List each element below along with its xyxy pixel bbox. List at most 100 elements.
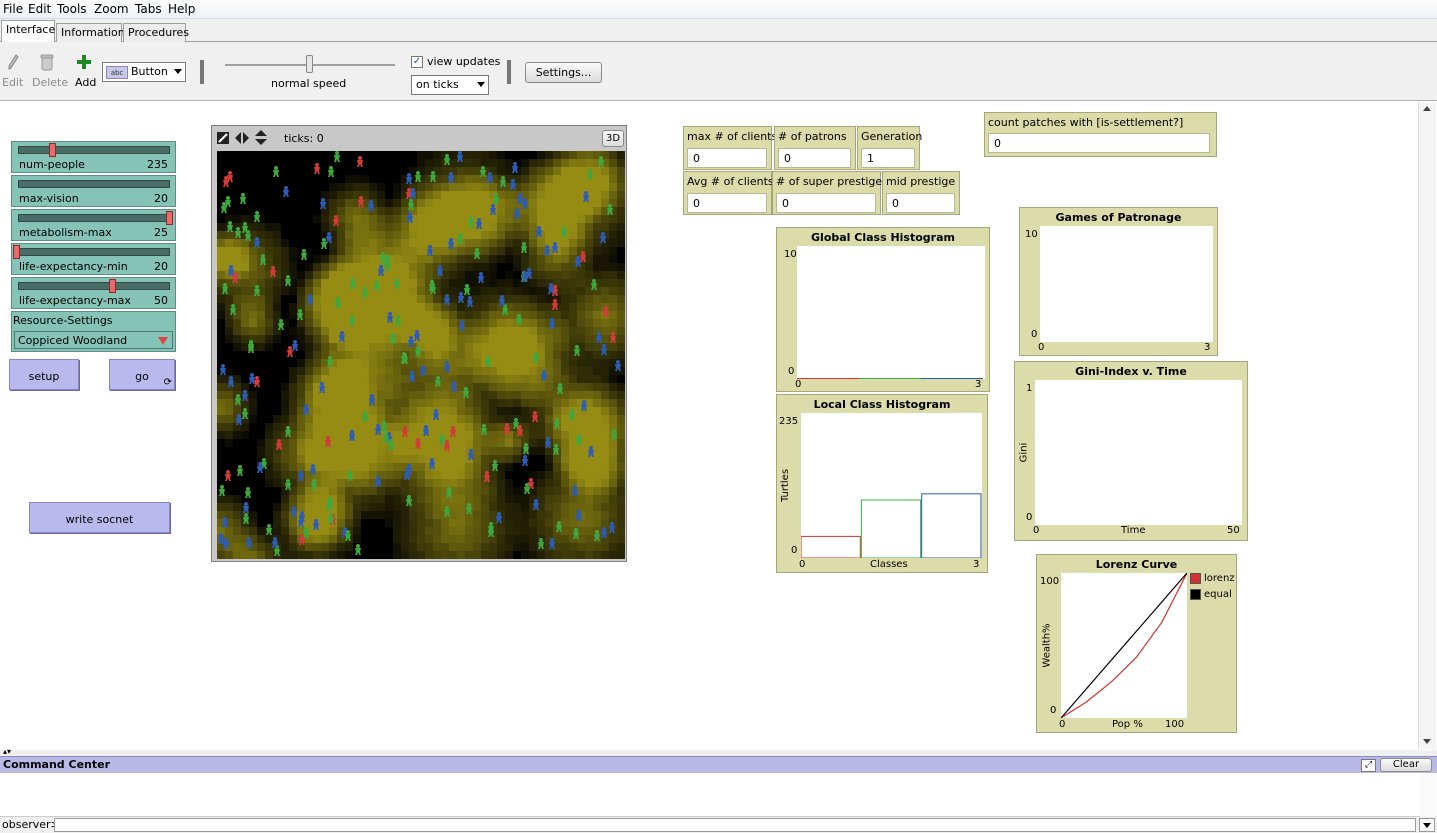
person-agent-icon [226,221,234,232]
update-mode-select[interactable]: on ticks [411,75,489,95]
person-agent-icon [259,254,267,265]
plot-title: Lorenz Curve [1095,558,1178,571]
button-widget-icon: abc [106,66,128,79]
scroll-up-icon[interactable] [1423,106,1431,111]
slider-life-expectancy-max[interactable]: life-expectancy-max 50 [11,277,176,309]
person-agent-icon [582,191,590,202]
left-right-icon[interactable] [234,131,250,148]
menu-tools[interactable]: Tools [57,2,87,16]
person-agent-icon [229,304,237,315]
menu-help[interactable]: Help [168,2,195,16]
menu-edit[interactable]: Edit [28,2,51,16]
observer-prompt[interactable]: observer> [2,818,60,831]
person-agent-icon [587,446,595,457]
person-agent-icon [552,444,560,455]
setup-button[interactable]: setup [9,359,79,390]
go-button[interactable]: go ⟳ [109,359,175,390]
world-canvas[interactable] [217,151,625,559]
person-agent-icon [535,226,543,237]
slider-thumb[interactable] [49,143,56,157]
slider-label: life-expectancy-max [19,294,131,307]
expand-icon[interactable]: ⤢ [1361,759,1376,772]
tab-information[interactable]: Information [56,23,125,42]
monitor-avg-clients: Avg # of clients 0 [683,171,774,215]
person-agent-icon [487,522,495,533]
widget-type-select[interactable]: abc Button [102,62,186,82]
speed-slider-thumb[interactable] [306,55,313,73]
agents-layer [217,151,625,559]
person-agent-icon [219,364,227,375]
person-agent-icon [346,470,354,481]
go-label: go [135,370,149,383]
slider-metabolism-max[interactable]: metabolism-max 25 [11,209,176,241]
person-agent-icon [253,376,261,387]
x-tick: 100 [1165,719,1185,730]
person-agent-icon [580,400,588,411]
person-agent-icon [224,470,232,481]
person-agent-icon [553,418,561,429]
output-scrollbar[interactable] [1420,773,1436,817]
slider-thumb[interactable] [13,245,20,259]
slider-thumb[interactable] [109,279,116,293]
person-agent-icon [449,426,457,437]
slider-life-expectancy-min[interactable]: life-expectancy-min 20 [11,243,176,275]
command-input[interactable] [54,818,1416,832]
menu-file[interactable]: File [3,2,23,16]
x-tick: 0 [1033,525,1040,536]
x-tick: 50 [1227,525,1240,536]
person-agent-icon [544,437,552,448]
scroll-down-icon[interactable] [1423,739,1431,744]
history-dropdown[interactable] [1419,818,1435,832]
histogram-bar [921,493,982,558]
slider-num-people[interactable]: num-people 235 [11,141,176,173]
slider-thumb[interactable] [166,211,173,225]
person-agent-icon [245,537,253,548]
up-down-icon[interactable] [254,129,268,149]
histogram-bar [921,378,983,379]
tab-procedures[interactable]: Procedures [123,23,189,42]
resize-view-icon[interactable] [217,132,229,144]
write-socnet-button[interactable]: write socnet [29,502,170,533]
world-view[interactable]: ticks: 0 3D [211,125,627,562]
tab-interface[interactable]: Interface [1,20,55,42]
y-axis-label: Turtles [780,468,792,503]
slider-max-vision[interactable]: max-vision 20 [11,175,176,207]
person-agent-icon [555,521,563,532]
slider-value: 20 [154,192,168,205]
add-button[interactable]: Add [75,76,96,89]
person-agent-icon [571,485,579,496]
chooser-resource-settings[interactable]: Resource-Settings Coppiced Woodland [11,311,176,352]
settings-button[interactable]: Settings... [525,62,602,83]
clear-button[interactable]: Clear [1380,758,1432,772]
person-agent-icon [532,352,540,363]
chevron-down-icon [477,82,485,87]
splitter-arrows-icon[interactable]: ▴▾ [3,747,11,756]
person-agent-icon [327,513,335,524]
person-agent-icon [551,242,559,253]
chooser-dropdown[interactable]: Coppiced Woodland [14,331,173,349]
menu-tabs[interactable]: Tabs [135,2,162,16]
3d-button[interactable]: 3D [602,130,624,147]
person-agent-icon [547,283,555,294]
plot-title: Global Class Histogram [811,231,955,244]
person-agent-icon [599,232,607,243]
person-agent-icon [516,193,524,204]
view-updates-checkbox[interactable]: ✓ [411,56,423,68]
person-agent-icon [543,245,551,256]
monitor-value: 0 [988,133,1210,153]
person-agent-icon [486,172,494,183]
vertical-scrollbar[interactable] [1418,102,1436,749]
menu-zoom[interactable]: Zoom [94,2,129,16]
histogram-bar [801,535,861,558]
person-agent-icon [357,196,365,207]
y-axis-label: Wealth% [1041,623,1053,668]
menu-bar: File Edit Tools Zoom Tabs Help [0,0,1437,19]
delete-button[interactable]: Delete [32,76,68,89]
person-agent-icon [602,306,610,317]
person-agent-icon [614,360,622,371]
person-agent-icon [414,438,422,449]
edit-button[interactable]: Edit [2,76,23,89]
person-agent-icon [429,171,437,182]
lorenz-svg [1061,573,1187,718]
person-agent-icon [284,426,292,437]
